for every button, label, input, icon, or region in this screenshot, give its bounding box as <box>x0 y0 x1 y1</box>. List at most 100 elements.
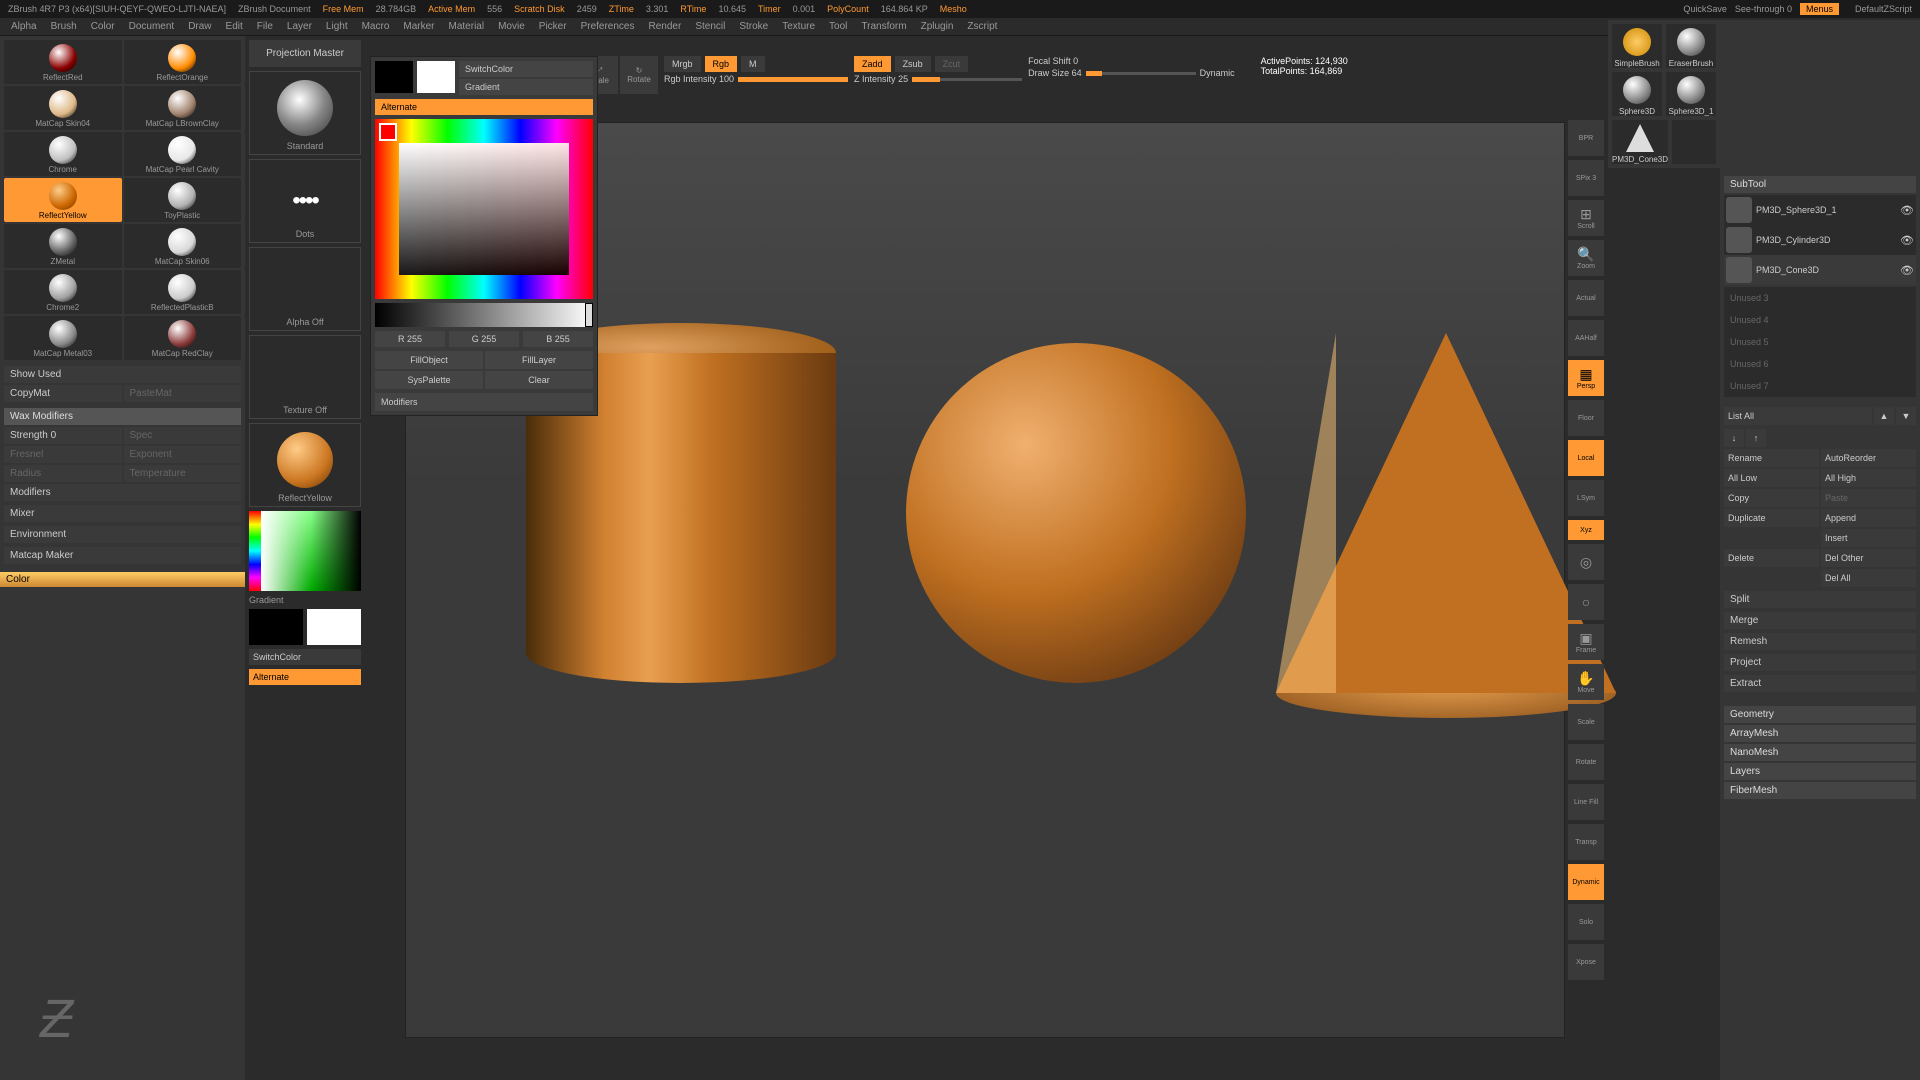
floor-button[interactable]: Floor <box>1568 400 1604 436</box>
mrgb-button[interactable]: Mrgb <box>664 56 701 72</box>
up-arrow-button[interactable]: ▲ <box>1874 407 1894 425</box>
rgb-intensity-slider[interactable] <box>738 78 848 81</box>
alternate-button[interactable]: Alternate <box>249 669 361 685</box>
fibermesh-header[interactable]: FiberMesh <box>1724 782 1916 799</box>
pick-center2-button[interactable]: ○ <box>1568 584 1604 620</box>
black-swatch[interactable] <box>249 609 303 645</box>
zadd-button[interactable]: Zadd <box>854 56 891 72</box>
g-value[interactable]: G 255 <box>449 331 519 347</box>
menu-macro[interactable]: Macro <box>357 21 395 32</box>
material-chrome[interactable]: Chrome <box>4 132 122 176</box>
menu-preferences[interactable]: Preferences <box>576 21 640 32</box>
paste-button[interactable]: Paste <box>1821 489 1916 507</box>
menu-edit[interactable]: Edit <box>221 21 248 32</box>
material-matcap-metal03[interactable]: MatCap Metal03 <box>4 316 122 360</box>
menu-zplugin[interactable]: Zplugin <box>916 21 959 32</box>
menu-stroke[interactable]: Stroke <box>734 21 773 32</box>
alllow-button[interactable]: All Low <box>1724 469 1819 487</box>
secondary-color-swatch[interactable] <box>417 61 455 93</box>
material-reflectyellow[interactable]: ReflectYellow <box>4 178 122 222</box>
material-reflectred[interactable]: ReflectRed <box>4 40 122 84</box>
frame-button[interactable]: ▣Frame <box>1568 624 1604 660</box>
stroke-swatch[interactable]: ••••Dots <box>249 159 361 243</box>
delall-button[interactable]: Del All <box>1821 569 1916 587</box>
menu-draw[interactable]: Draw <box>183 21 216 32</box>
color-swatches[interactable] <box>249 609 361 645</box>
seethrough-slider[interactable]: See-through 0 <box>1735 4 1792 14</box>
menu-picker[interactable]: Picker <box>534 21 572 32</box>
lsym-button[interactable]: LSym <box>1568 480 1604 516</box>
primary-color-swatch[interactable] <box>375 61 413 93</box>
white-swatch[interactable] <box>307 609 361 645</box>
delother-button[interactable]: Del Other <box>1821 549 1916 567</box>
layers-header[interactable]: Layers <box>1724 763 1916 780</box>
mixer-section[interactable]: Mixer <box>4 505 241 522</box>
spec-slider[interactable]: Spec <box>124 427 242 444</box>
matcap-maker-section[interactable]: Matcap Maker <box>4 547 241 564</box>
material-reflectorange[interactable]: ReflectOrange <box>124 40 242 84</box>
sphere-mesh[interactable] <box>906 343 1246 683</box>
dynamic-label[interactable]: Dynamic <box>1200 68 1235 78</box>
eye-icon[interactable]: 👁 <box>1900 264 1914 277</box>
eye-icon[interactable]: 👁 <box>1900 234 1914 247</box>
pick-center-button[interactable]: ◎ <box>1568 544 1604 580</box>
popup-gradient-button[interactable]: Gradient <box>459 79 593 95</box>
allhigh-button[interactable]: All High <box>1821 469 1916 487</box>
strength-slider[interactable]: Strength 0 <box>4 427 122 444</box>
z-intensity-slider[interactable] <box>912 78 1022 81</box>
color-modifiers-section[interactable]: Modifiers <box>375 393 593 411</box>
nav-rotate-button[interactable]: Rotate <box>1568 744 1604 780</box>
delete-button[interactable]: Delete <box>1724 549 1819 567</box>
menu-marker[interactable]: Marker <box>398 21 439 32</box>
draw-size-slider[interactable] <box>1086 72 1196 75</box>
r-value[interactable]: R 255 <box>375 331 445 347</box>
menu-layer[interactable]: Layer <box>282 21 317 32</box>
menu-zscript[interactable]: Zscript <box>962 21 1002 32</box>
wax-modifiers-header[interactable]: Wax Modifiers <box>4 408 241 425</box>
popup-alternate-button[interactable]: Alternate <box>375 99 593 115</box>
menu-texture[interactable]: Texture <box>777 21 820 32</box>
menu-movie[interactable]: Movie <box>493 21 530 32</box>
popup-switchcolor-button[interactable]: SwitchColor <box>459 61 593 77</box>
xyz-button[interactable]: Xyz <box>1568 520 1604 540</box>
move-down-button[interactable]: ↓ <box>1724 429 1744 447</box>
material-reflectedplasticb[interactable]: ReflectedPlasticB <box>124 270 242 314</box>
rotate-mode-button[interactable]: ↻Rotate <box>620 56 658 94</box>
zcut-button[interactable]: Zcut <box>935 56 969 72</box>
menu-file[interactable]: File <box>252 21 278 32</box>
nanomesh-header[interactable]: NanoMesh <box>1724 744 1916 761</box>
extract-section[interactable]: Extract <box>1724 675 1916 692</box>
transp-button[interactable]: Transp <box>1568 824 1604 860</box>
sphere3d1-swatch[interactable]: Sphere3D_1 <box>1666 72 1716 116</box>
move-up-button[interactable]: ↑ <box>1746 429 1766 447</box>
material-matcap-redclay[interactable]: MatCap RedClay <box>124 316 242 360</box>
nav-scale-button[interactable]: Scale <box>1568 704 1604 740</box>
spix-button[interactable]: SPix 3 <box>1568 160 1604 196</box>
duplicate-button[interactable]: Duplicate <box>1724 509 1819 527</box>
subtool-row[interactable]: PM3D_Cone3D👁 <box>1724 255 1916 285</box>
menu-tool[interactable]: Tool <box>824 21 852 32</box>
pastemat-button[interactable]: PasteMat <box>124 385 242 402</box>
focal-shift-label[interactable]: Focal Shift 0 <box>1028 56 1078 66</box>
autoreorder-button[interactable]: AutoReorder <box>1821 449 1916 467</box>
material-matcap-lbrownclay[interactable]: MatCap LBrownClay <box>124 86 242 130</box>
menu-alpha[interactable]: Alpha <box>6 21 42 32</box>
menu-render[interactable]: Render <box>644 21 687 32</box>
menu-color[interactable]: Color <box>86 21 120 32</box>
clear-button[interactable]: Clear <box>485 371 593 389</box>
color-palette-header[interactable]: Color <box>0 572 245 587</box>
simplebrush-swatch[interactable]: SimpleBrush <box>1612 24 1662 68</box>
copymat-button[interactable]: CopyMat <box>4 385 122 402</box>
dynamic-nav-button[interactable]: Dynamic <box>1568 864 1604 900</box>
show-used-button[interactable]: Show Used <box>4 366 241 383</box>
empty-swatch[interactable] <box>1672 120 1716 164</box>
switchcolor-button[interactable]: SwitchColor <box>249 649 361 665</box>
material-swatch[interactable]: ReflectYellow <box>249 423 361 507</box>
eye-icon[interactable]: 👁 <box>1900 204 1914 217</box>
material-matcap-skin06[interactable]: MatCap Skin06 <box>124 224 242 268</box>
rgb-button[interactable]: Rgb <box>705 56 738 72</box>
bpr-button[interactable]: BPR <box>1568 120 1604 156</box>
projection-master-button[interactable]: Projection Master <box>249 40 361 67</box>
menu-document[interactable]: Document <box>124 21 180 32</box>
persp-button[interactable]: ▦Persp <box>1568 360 1604 396</box>
